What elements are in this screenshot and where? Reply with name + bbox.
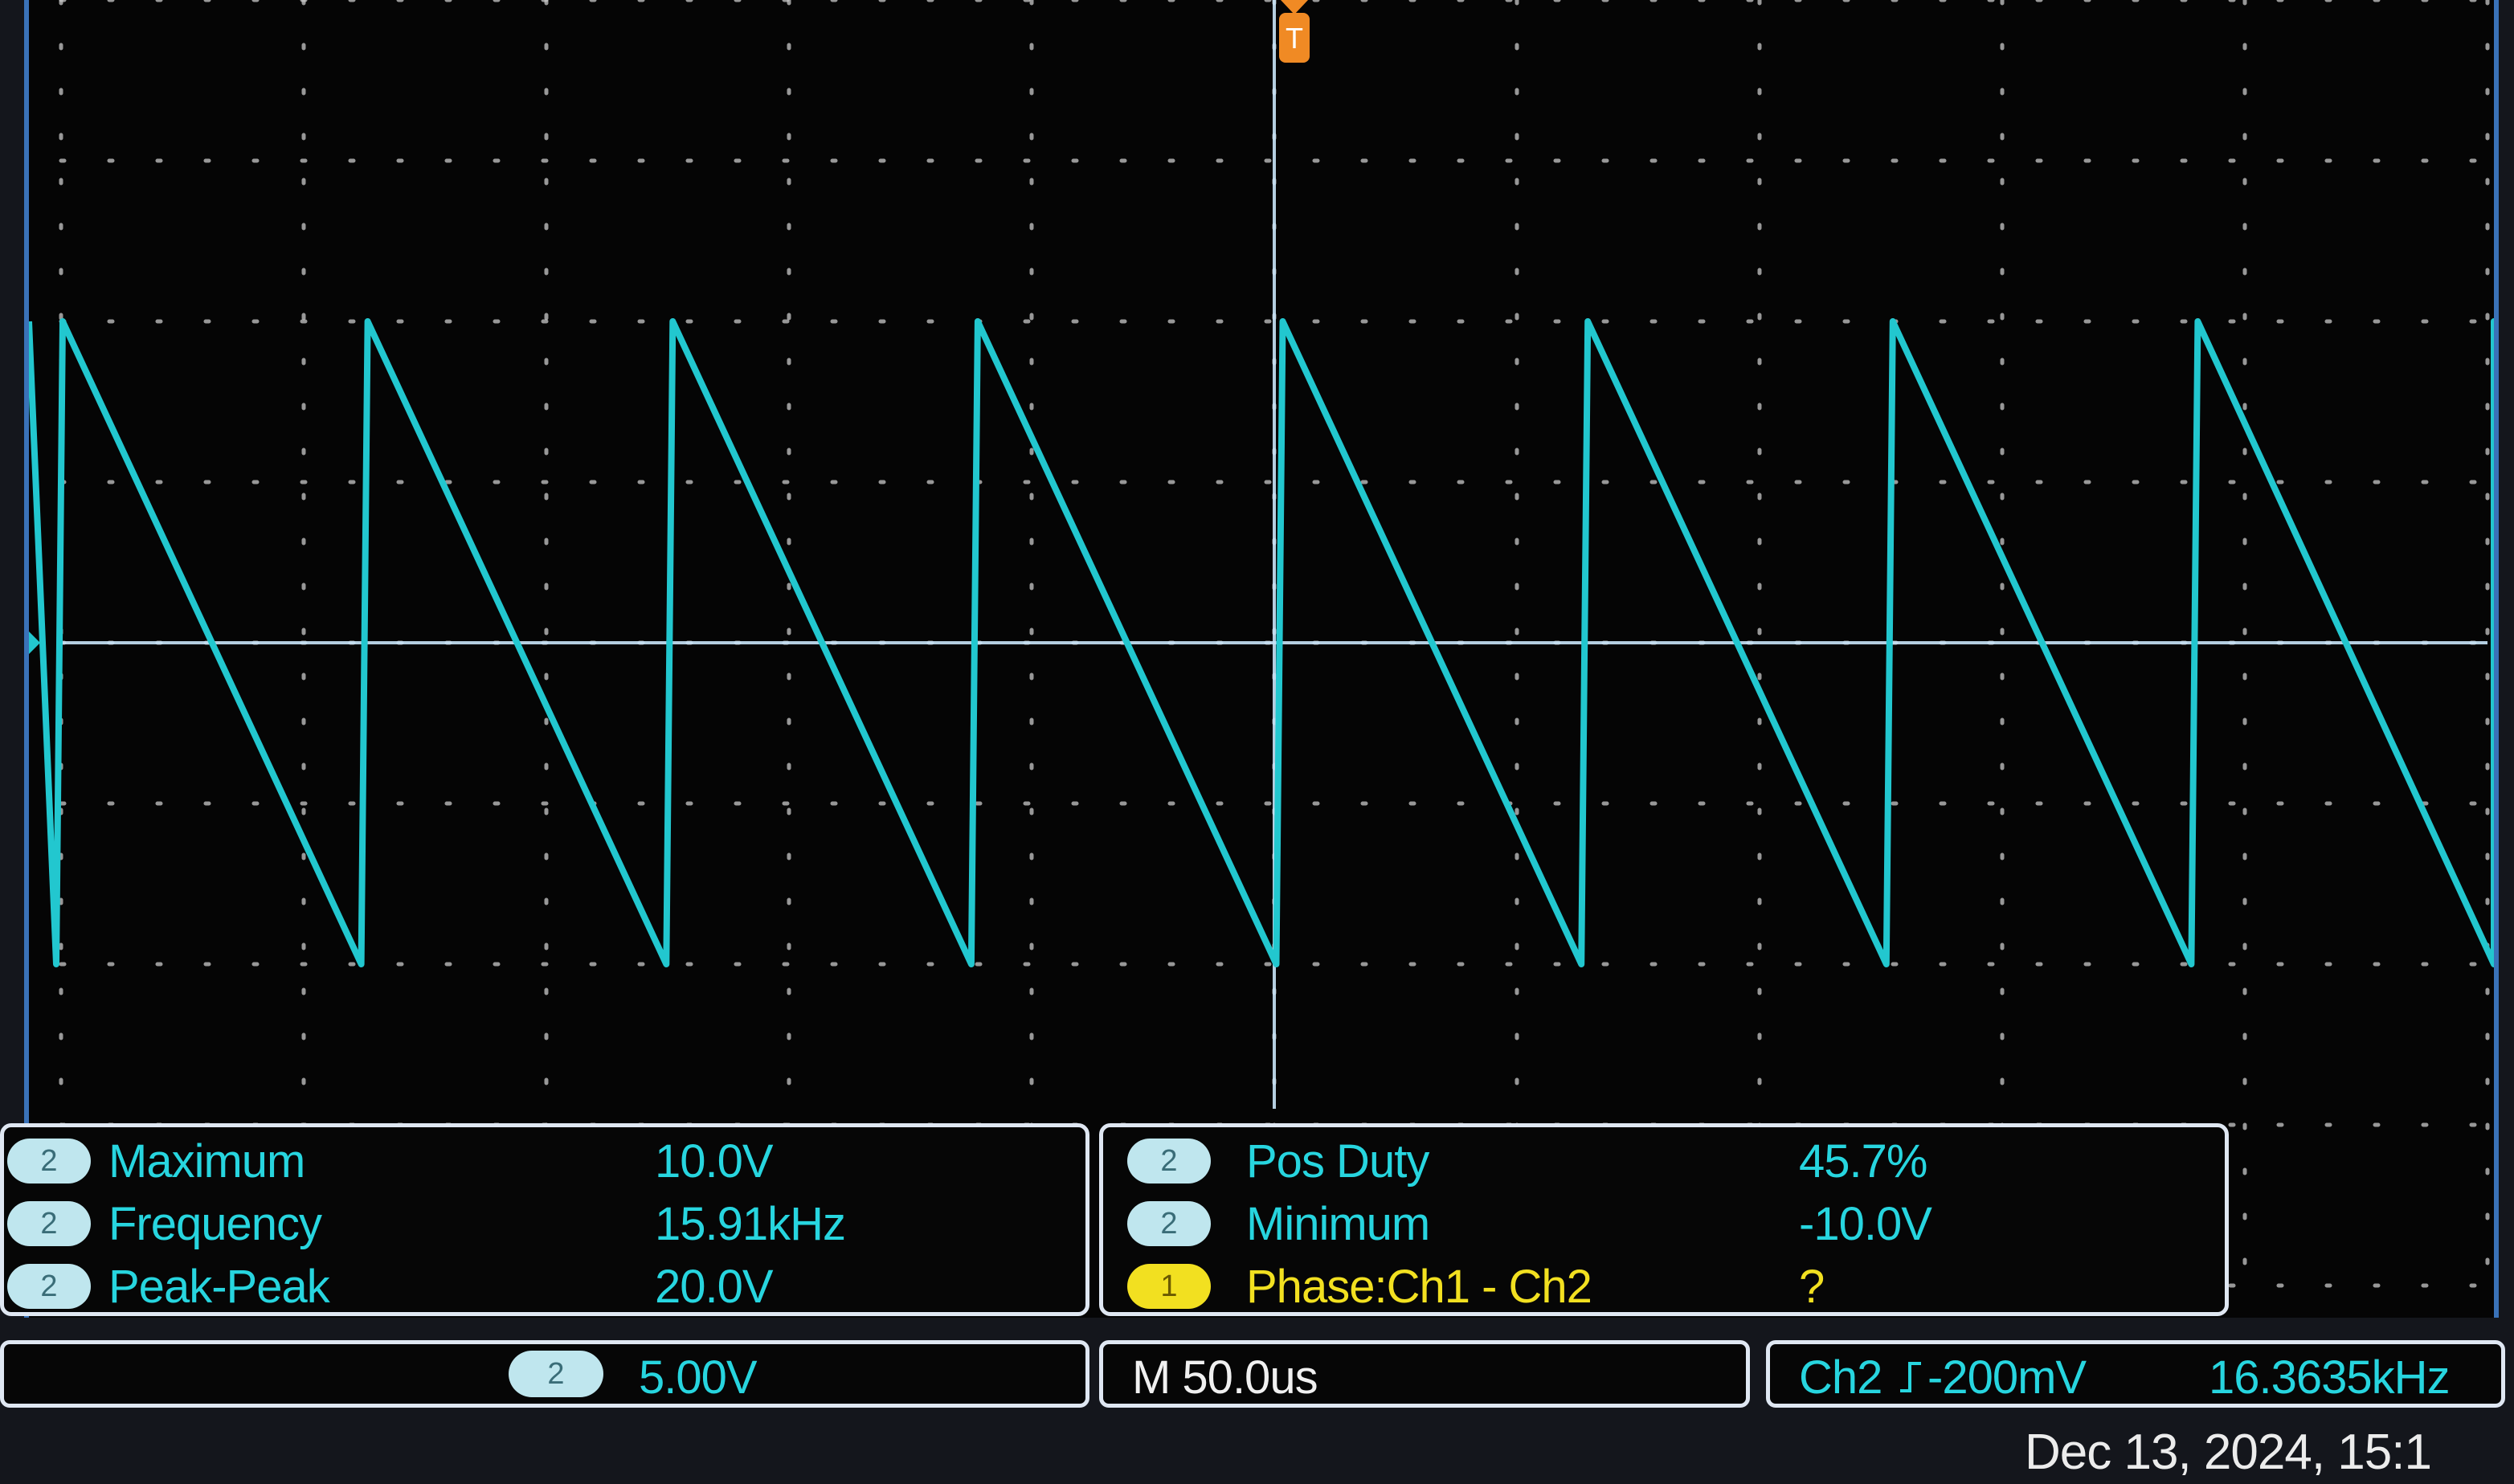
- measurement-row[interactable]: 2 Pos Duty 45.7%: [1103, 1130, 2225, 1192]
- vertical-scale-readout[interactable]: 2 5.00V: [0, 1340, 1089, 1408]
- measurement-value: -10.0V: [1799, 1197, 1932, 1250]
- measurement-row[interactable]: 2 Maximum 10.0V: [4, 1130, 1085, 1192]
- status-bar: 2 5.00V M 50.0us Ch2 -200mV 16.3635kHz: [0, 1327, 2514, 1416]
- channel-badge: 2: [7, 1139, 91, 1184]
- channel-badge: 1: [1127, 1264, 1211, 1309]
- measurement-value: 15.91kHz: [655, 1197, 846, 1250]
- channel-badge: 2: [7, 1201, 91, 1246]
- measurement-value: 10.0V: [655, 1134, 774, 1188]
- trigger-level: -200mV: [1927, 1351, 2087, 1404]
- measurement-label: Pos Duty: [1246, 1134, 1429, 1188]
- measurement-value: 20.0V: [655, 1260, 774, 1313]
- timebase-readout[interactable]: M 50.0us: [1099, 1340, 1750, 1408]
- trigger-position-icon[interactable]: T: [1276, 0, 1313, 64]
- date-time: Dec 13, 2024, 15:1: [2025, 1425, 2432, 1480]
- measurements-panel-left: 2 Maximum 10.0V 2 Frequency 15.91kHz 2 P…: [0, 1123, 1089, 1316]
- trigger-readout[interactable]: Ch2 -200mV 16.3635kHz: [1766, 1340, 2505, 1408]
- measurement-label: Maximum: [108, 1134, 305, 1188]
- trigger-source: Ch2: [1799, 1351, 1882, 1404]
- channel-badge: 2: [509, 1351, 603, 1397]
- measurement-label: Peak-Peak: [108, 1260, 330, 1313]
- measurement-row[interactable]: 2 Frequency 15.91kHz: [4, 1193, 1085, 1254]
- measurement-value: 45.7%: [1799, 1134, 1927, 1188]
- svg-text:T: T: [1286, 22, 1303, 55]
- measurement-row[interactable]: 2 Minimum -10.0V: [1103, 1193, 2225, 1254]
- channel-badge: 2: [1127, 1201, 1211, 1246]
- measurements-panel-right: 2 Pos Duty 45.7% 2 Minimum -10.0V 1 Phas…: [1099, 1123, 2229, 1316]
- measurement-value: ?: [1799, 1260, 1825, 1313]
- trigger-frequency: 16.3635kHz: [2209, 1351, 2451, 1404]
- volts-per-div: 5.00V: [639, 1351, 758, 1404]
- measurement-row[interactable]: 1 Phase:Ch1 - Ch2 ?: [1103, 1256, 2225, 1317]
- timebase-value: M 50.0us: [1132, 1351, 1318, 1404]
- rising-edge-icon: [1900, 1362, 1921, 1392]
- waveform-plot: [29, 0, 2494, 1288]
- scope-display: T: [24, 0, 2499, 1318]
- measurement-row[interactable]: 2 Peak-Peak 20.0V: [4, 1256, 1085, 1317]
- channel-badge: 2: [7, 1264, 91, 1309]
- measurement-label: Frequency: [108, 1197, 322, 1250]
- channel-ground-marker-icon: [29, 632, 40, 654]
- measurement-label: Minimum: [1246, 1197, 1430, 1250]
- channel-badge: 2: [1127, 1139, 1211, 1184]
- measurement-label: Phase:Ch1 - Ch2: [1246, 1260, 1592, 1313]
